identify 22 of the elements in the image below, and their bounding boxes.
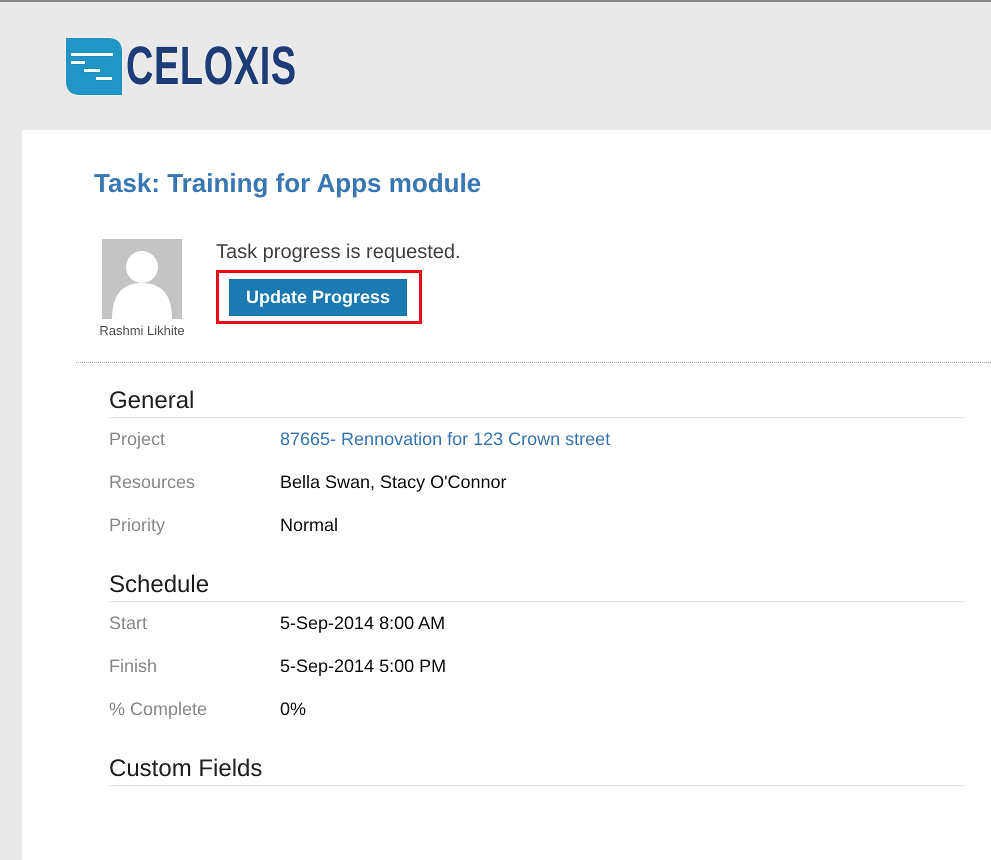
user-name: Rashmi Likhite bbox=[99, 323, 185, 338]
section-heading: Custom Fields bbox=[109, 731, 965, 786]
field-value: Bella Swan, Stacy O'Connor bbox=[280, 472, 507, 493]
field-value: 5-Sep-2014 5:00 PM bbox=[280, 656, 446, 677]
field-label: Start bbox=[109, 613, 148, 634]
request-message: Task progress is requested. bbox=[216, 241, 461, 264]
logo-wordmark: CELOXIS bbox=[126, 39, 297, 93]
field-label: Priority bbox=[109, 515, 166, 536]
task-title: Task: Training for Apps module bbox=[94, 168, 482, 199]
field-label: Resources bbox=[109, 472, 196, 493]
update-progress-button[interactable]: Update Progress bbox=[229, 279, 408, 316]
field-value: Normal bbox=[280, 515, 338, 536]
field-label: Project bbox=[109, 429, 166, 450]
field-value: 5-Sep-2014 8:00 AM bbox=[280, 613, 446, 634]
project-link[interactable]: 87665- Rennovation for 123 Crown street bbox=[280, 429, 610, 450]
avatar-icon bbox=[102, 239, 182, 319]
field-label: % Complete bbox=[109, 699, 208, 720]
logo-icon bbox=[66, 38, 122, 94]
field-label: Finish bbox=[109, 656, 158, 677]
section-heading: Schedule bbox=[109, 547, 965, 602]
section-heading: General bbox=[109, 363, 965, 418]
field-value: 0% bbox=[280, 699, 306, 720]
